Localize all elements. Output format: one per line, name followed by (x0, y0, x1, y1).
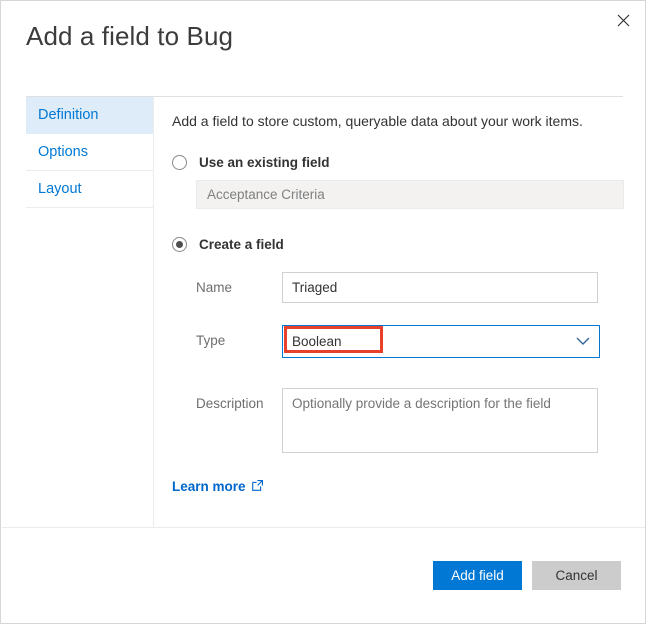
sidebar-item-label: Options (38, 144, 88, 160)
sidebar-item-options[interactable]: Options (26, 134, 153, 171)
add-field-button[interactable]: Add field (433, 561, 522, 590)
existing-field-value: Acceptance Criteria (207, 187, 325, 202)
sidebar-item-layout[interactable]: Layout (26, 171, 153, 208)
close-icon (617, 14, 630, 27)
radio-use-existing-field[interactable] (172, 155, 187, 170)
radio-create-a-field[interactable] (172, 237, 187, 252)
definition-panel: Add a field to store custom, queryable d… (172, 111, 624, 496)
sidebar-item-label: Definition (38, 107, 99, 123)
sidebar-divider (153, 97, 154, 527)
name-label: Name (196, 280, 233, 295)
type-dropdown[interactable]: Boolean (282, 325, 600, 358)
description-label: Description (196, 396, 264, 411)
name-input[interactable] (282, 272, 598, 303)
learn-more-link[interactable]: Learn more (172, 479, 263, 494)
learn-more-label: Learn more (172, 479, 246, 494)
close-button[interactable] (607, 5, 639, 35)
sidebar-nav: Definition Options Layout (26, 97, 153, 208)
create-field-radio-row[interactable]: Create a field (172, 237, 624, 252)
add-field-dialog: Add a field to Bug Definition Options La… (0, 0, 646, 624)
footer-divider (2, 527, 645, 528)
radio-create-a-field-label[interactable]: Create a field (199, 237, 284, 252)
type-dropdown-wrap: Boolean (282, 325, 600, 358)
cancel-button[interactable]: Cancel (532, 561, 621, 590)
intro-text: Add a field to store custom, queryable d… (172, 113, 583, 129)
footer-buttons: Add field Cancel (433, 561, 621, 590)
type-label: Type (196, 333, 226, 348)
type-row: Type Boolean (196, 325, 624, 358)
existing-field-select: Acceptance Criteria (196, 180, 624, 209)
sidebar-item-label: Layout (38, 181, 82, 197)
description-textarea[interactable] (282, 388, 598, 453)
description-row: Description (196, 388, 624, 453)
type-dropdown-value: Boolean (292, 334, 342, 349)
radio-use-existing-field-label[interactable]: Use an existing field (199, 155, 330, 170)
existing-field-radio-row[interactable]: Use an existing field (172, 155, 624, 170)
page-title: Add a field to Bug (26, 21, 234, 51)
name-row: Name (196, 272, 624, 303)
external-link-icon (251, 479, 263, 494)
sidebar-item-definition[interactable]: Definition (26, 97, 153, 134)
